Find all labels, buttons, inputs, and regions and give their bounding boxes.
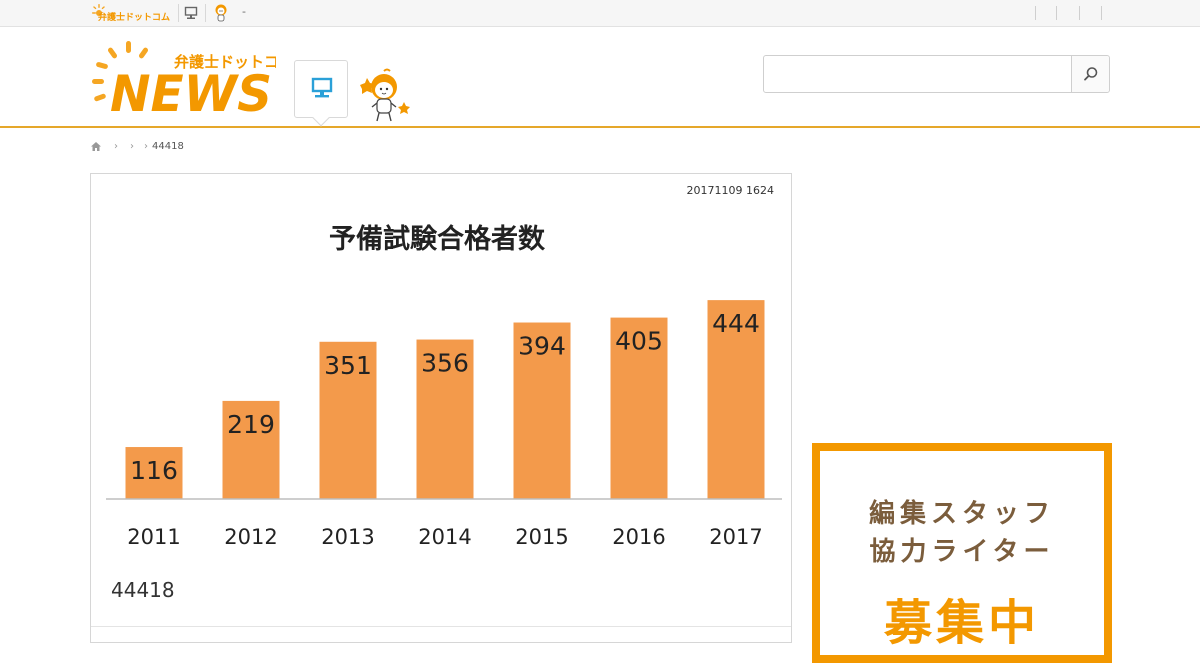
mascot-character-icon[interactable] — [354, 67, 410, 123]
search-box — [763, 55, 1110, 93]
site-header: 弁護士ドットコム NEWS — [0, 27, 1200, 128]
recruit-line-hiring: 募集中 — [883, 595, 1040, 651]
chart-data-label: 356 — [421, 349, 469, 378]
article-date: 20171109 1624 — [686, 184, 774, 197]
article-card: 20171109 1624 予備試験合格者数 116 2011 219 2012 351… — [90, 173, 792, 643]
divider — [1101, 6, 1102, 20]
recruit-line-writer: 協力ライター — [869, 537, 1055, 567]
search-input[interactable] — [764, 56, 1072, 92]
chart-data-label: 394 — [518, 332, 566, 361]
pc-icon — [311, 77, 333, 98]
bar-chart: 予備試験合格者数 116 2011 219 2012 351 2013 356 2014 394… — [106, 223, 782, 549]
chart-tick-label: 2014 — [418, 525, 471, 549]
chart-data-label: 444 — [712, 309, 760, 338]
divider — [1056, 6, 1057, 20]
home-icon[interactable] — [90, 141, 102, 152]
top-bar: 弁護士ドットコム - — [0, 0, 1200, 27]
breadcrumb: › › › 44418 — [90, 139, 184, 153]
pc-button-pointer — [312, 109, 330, 127]
chevron-right-icon: › — [114, 140, 118, 152]
pc-icon[interactable] — [184, 6, 198, 20]
top-bar-dash: - — [242, 5, 246, 18]
divider — [1035, 6, 1036, 20]
breadcrumb-current: 44418 — [152, 140, 184, 152]
divider — [1079, 6, 1080, 20]
chart-data-label: 116 — [130, 456, 178, 485]
chart-data-label: 405 — [615, 327, 663, 356]
chevron-right-icon: › — [130, 140, 134, 152]
divider — [205, 4, 206, 22]
chart-tick-label: 2016 — [612, 525, 665, 549]
mini-logo-text: 弁護士ドットコム — [98, 11, 170, 23]
chart-tick-label: 2011 — [127, 525, 180, 549]
chart-tick-label: 2017 — [709, 525, 762, 549]
recruit-banner[interactable]: 編集スタッフ 協力ライター 募集中 — [812, 443, 1112, 663]
search-button[interactable] — [1071, 56, 1109, 92]
chart-data-label: 219 — [227, 410, 275, 439]
chart-tick-label: 2013 — [321, 525, 374, 549]
chart-tick-label: 2012 — [224, 525, 277, 549]
divider — [91, 626, 791, 627]
chevron-right-icon: › — [144, 140, 148, 152]
bengo4-mini-logo[interactable]: 弁護士ドットコム — [90, 3, 170, 23]
article-caption: 44418 — [111, 578, 175, 602]
chart-data-label: 351 — [324, 351, 372, 380]
search-icon — [1084, 67, 1098, 81]
pc-version-button[interactable] — [294, 60, 348, 127]
chart-tick-label: 2015 — [515, 525, 568, 549]
logo-news-text: NEWS — [110, 65, 272, 115]
bengo4-news-logo[interactable]: 弁護士ドットコム NEWS — [90, 39, 276, 115]
divider — [178, 4, 179, 22]
mascot-small-icon[interactable] — [211, 3, 231, 23]
chart-title: 予備試験合格者数 — [329, 223, 546, 255]
recruit-line-editorial-staff: 編集スタッフ — [868, 499, 1055, 529]
